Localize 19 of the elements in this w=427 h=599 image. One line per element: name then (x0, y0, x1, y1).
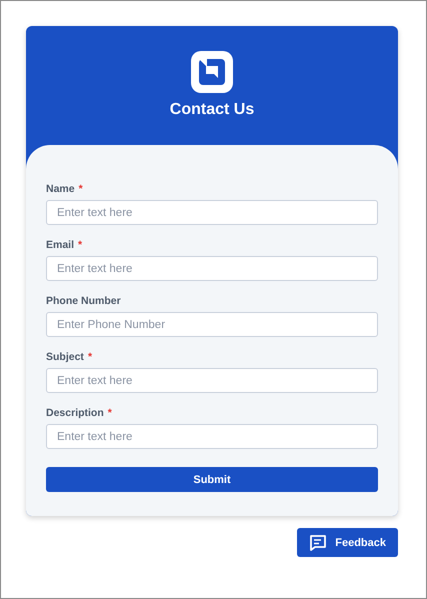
input-field[interactable]: Enter text here (46, 200, 378, 225)
page-title: Contact Us (170, 101, 254, 119)
required-mark: * (108, 407, 112, 419)
field-label: Email (46, 239, 74, 251)
logo-icon (191, 51, 233, 93)
chat-icon (309, 534, 328, 552)
field-label: Phone Number (46, 295, 121, 307)
field-label: Description (46, 407, 104, 419)
required-mark: * (78, 183, 83, 195)
field-label: Name (46, 183, 75, 195)
field-label: Subject (46, 351, 84, 363)
input-field[interactable]: Enter text here (46, 368, 378, 393)
input-field[interactable]: Enter text here (46, 256, 378, 281)
input-field[interactable]: Enter Phone Number (46, 312, 378, 337)
feedback-button[interactable]: Feedback (297, 528, 398, 557)
required-mark: * (78, 239, 82, 251)
input-field[interactable]: Enter text here (46, 424, 378, 449)
submit-button[interactable]: Submit (46, 467, 378, 492)
required-mark: * (88, 351, 92, 363)
